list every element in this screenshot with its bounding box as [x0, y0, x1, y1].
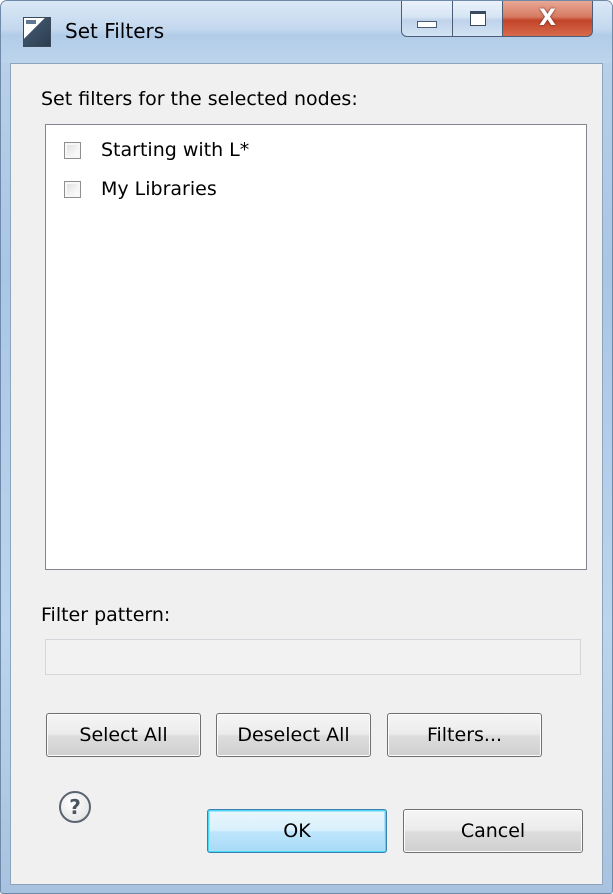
maximize-button[interactable]	[453, 1, 503, 37]
select-all-button[interactable]: Select All	[46, 713, 201, 757]
checkbox[interactable]	[64, 141, 81, 159]
window-controls: X	[401, 1, 593, 39]
list-item-starting-with-l[interactable]: Starting with L*	[64, 135, 249, 165]
dialog-content: Set filters for the selected nodes: Star…	[10, 63, 603, 885]
node-filter-list[interactable]: Starting with L* My Libraries	[45, 124, 587, 570]
filter-pattern-label: Filter pattern:	[41, 604, 171, 626]
title-bar[interactable]: Set Filters X	[1, 1, 612, 63]
help-icon[interactable]: ?	[59, 791, 91, 823]
list-item-label: My Libraries	[101, 178, 217, 200]
filters-button[interactable]: Filters...	[387, 713, 542, 757]
checkbox[interactable]	[64, 180, 81, 198]
set-filters-dialog: Set Filters X Set filters for the select…	[0, 0, 613, 894]
filter-pattern-input[interactable]	[45, 639, 581, 675]
cancel-button[interactable]: Cancel	[403, 809, 583, 853]
minimize-button[interactable]	[401, 1, 453, 37]
list-item-label: Starting with L*	[101, 139, 250, 161]
instruction-label: Set filters for the selected nodes:	[41, 88, 358, 110]
list-item-my-libraries[interactable]: My Libraries	[64, 174, 217, 204]
ok-button[interactable]: OK	[207, 809, 387, 853]
close-button[interactable]: X	[503, 1, 593, 37]
close-icon: X	[539, 6, 556, 31]
window-title: Set Filters	[65, 19, 165, 43]
app-icon	[23, 17, 51, 47]
deselect-all-button[interactable]: Deselect All	[216, 713, 371, 757]
